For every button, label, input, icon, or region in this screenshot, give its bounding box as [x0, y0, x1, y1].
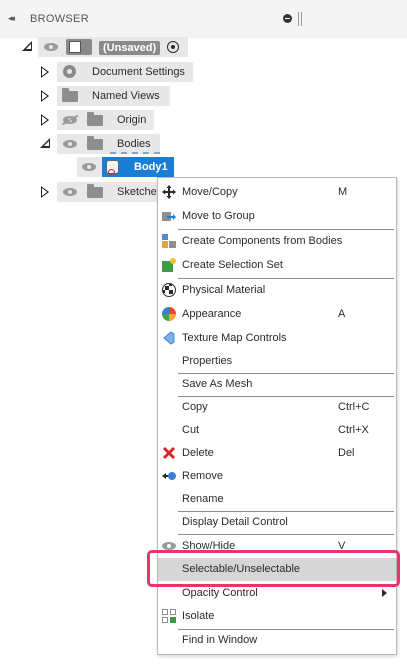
tree-item-label: Bodies	[117, 138, 151, 150]
eye-icon[interactable]	[63, 140, 77, 148]
menu-item-rename[interactable]: Rename	[158, 488, 396, 511]
eye-icon[interactable]	[63, 188, 77, 196]
move-icon	[162, 185, 176, 199]
isolate-icon	[162, 609, 176, 623]
material-icon	[162, 283, 176, 297]
tree-item-label: Origin	[117, 114, 147, 126]
component-icon	[66, 39, 92, 55]
folder-icon	[87, 136, 103, 150]
menu-item-move-to-group[interactable]: Move to Group	[158, 205, 396, 228]
collapse-arrow-icon[interactable]	[40, 138, 50, 148]
move-group-icon	[162, 212, 176, 221]
collapse-icon[interactable]: ◂◂	[8, 13, 15, 24]
tree-root-label: (Unsaved)	[99, 41, 161, 55]
folder-icon	[87, 112, 103, 126]
menu-item-texture-map-controls[interactable]: Texture Map Controls	[158, 327, 396, 350]
gear-icon	[63, 65, 76, 78]
expand-arrow-icon[interactable]	[41, 186, 49, 198]
menu-item-create-components[interactable]: Create Components from Bodies	[158, 230, 396, 253]
folder-icon	[87, 184, 103, 198]
remove-icon	[162, 472, 176, 480]
selection-set-icon	[162, 258, 176, 272]
menu-item-physical-material[interactable]: Physical Material	[158, 279, 396, 302]
collapse-arrow-icon[interactable]	[22, 41, 32, 51]
tree-item-label: Named Views	[92, 90, 160, 102]
minimize-panel-icon[interactable]	[283, 14, 292, 23]
menu-item-isolate[interactable]: Isolate	[158, 605, 396, 628]
menu-item-move-copy[interactable]: Move/Copy M	[158, 181, 396, 204]
tree-item-label: Document Settings	[92, 66, 185, 78]
eye-icon[interactable]	[82, 163, 96, 171]
body-icon	[106, 160, 119, 175]
eye-icon[interactable]	[44, 43, 58, 51]
menu-item-delete[interactable]: Delete Del	[158, 442, 396, 465]
annotation-highlight	[147, 550, 400, 587]
folder-icon	[62, 88, 78, 102]
submenu-arrow-icon	[382, 589, 387, 597]
activate-icon[interactable]	[167, 41, 179, 53]
menu-item-display-detail-control[interactable]: Display Detail Control	[158, 511, 396, 534]
expand-arrow-icon[interactable]	[41, 90, 49, 102]
drag-indicator	[110, 152, 160, 154]
panel-resize-handle[interactable]	[298, 12, 302, 26]
texture-icon	[163, 331, 175, 345]
menu-item-appearance[interactable]: Appearance A	[158, 303, 396, 326]
expand-arrow-icon[interactable]	[41, 114, 49, 126]
menu-item-save-as-mesh[interactable]: Save As Mesh	[158, 373, 396, 396]
menu-item-find-in-window[interactable]: Find in Window	[158, 629, 396, 652]
appearance-icon	[162, 307, 176, 321]
menu-item-copy[interactable]: Copy Ctrl+C	[158, 396, 396, 419]
tree-item-label: Body1	[134, 161, 168, 173]
delete-icon	[162, 446, 176, 460]
components-icon	[162, 234, 176, 248]
tree-item-label: Sketche	[117, 186, 157, 198]
menu-item-cut[interactable]: Cut Ctrl+X	[158, 419, 396, 442]
menu-item-create-selection-set[interactable]: Create Selection Set	[158, 254, 396, 277]
panel-title: BROWSER	[30, 13, 89, 25]
menu-item-properties[interactable]: Properties	[158, 350, 396, 373]
expand-arrow-icon[interactable]	[41, 66, 49, 78]
browser-panel-header: ◂◂ BROWSER	[0, 0, 407, 38]
menu-item-remove[interactable]: Remove	[158, 465, 396, 488]
